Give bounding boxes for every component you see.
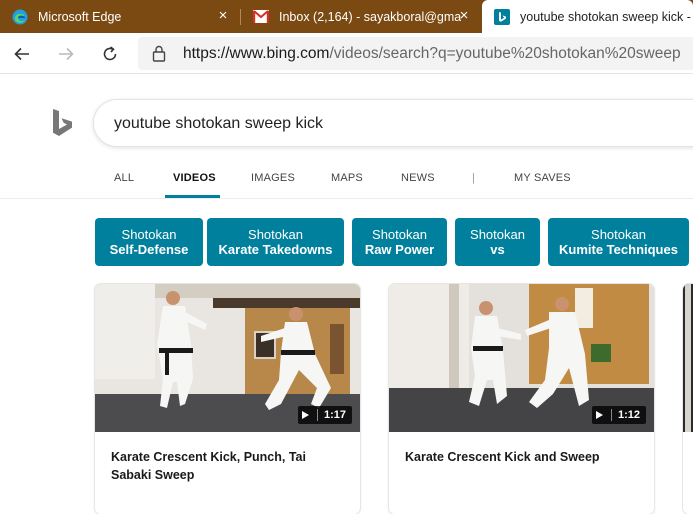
url-host: https://www.bing.com (183, 45, 330, 62)
active-scope-indicator (165, 195, 220, 198)
scope-news[interactable]: NEWS (401, 172, 435, 184)
scope-videos[interactable]: VIDEOS (173, 172, 216, 184)
tab-bing-search[interactable]: youtube shotokan sweep kick - (482, 0, 693, 33)
video-thumbnail[interactable]: 1:12 (389, 284, 654, 432)
scope-all[interactable]: ALL (114, 172, 134, 184)
tab-microsoft-edge[interactable]: Microsoft Edge × (0, 0, 240, 33)
refresh-button[interactable] (96, 40, 124, 68)
chip-line2: Kumite Techniques (559, 242, 678, 257)
play-icon (301, 411, 309, 419)
badge-divider (316, 409, 318, 421)
chip-line1: Shotokan (591, 227, 646, 242)
arrow-left-icon (14, 47, 29, 61)
chip-line1: Shotokan (121, 227, 177, 242)
forward-button[interactable] (52, 40, 80, 68)
duration-text: 1:17 (323, 409, 346, 421)
arrow-right-icon (59, 47, 74, 61)
lock-icon (152, 45, 166, 62)
related-chip[interactable]: Shotokan vs (455, 218, 540, 266)
video-duration-badge: 1:12 (591, 406, 646, 424)
related-chip[interactable]: Shotokan Raw Power (352, 218, 447, 266)
video-card[interactable]: 1:17 Karate Crescent Kick, Punch, Tai Sa… (95, 284, 360, 514)
chip-line1: Shotokan (372, 227, 427, 242)
search-box[interactable] (93, 99, 693, 147)
tab-strip: Microsoft Edge × Inbox (2,164) - sayakbo… (0, 0, 693, 33)
badge-divider (610, 409, 612, 421)
refresh-icon (103, 46, 117, 61)
video-duration-badge: 1:17 (297, 406, 352, 424)
tab-label: youtube shotokan sweep kick - (520, 9, 691, 24)
video-card[interactable]: 1:12 Karate Crescent Kick and Sweep (389, 284, 654, 514)
url-path: /videos/search?q=youtube%20shotokan%20sw… (329, 45, 681, 62)
related-chip[interactable]: Shotokan Self-Defense (95, 218, 203, 266)
scope-maps[interactable]: MAPS (331, 172, 363, 184)
video-thumbnail[interactable]: 1:17 (95, 284, 360, 432)
search-input[interactable] (114, 112, 674, 136)
duration-text: 1:12 (617, 409, 640, 421)
tab-label: Inbox (2,164) - sayakboral@gma (279, 9, 462, 24)
scope-images[interactable]: IMAGES (251, 172, 295, 184)
bing-icon (494, 8, 510, 25)
bing-logo[interactable] (52, 108, 74, 143)
tab-inbox[interactable]: Inbox (2,164) - sayakboral@gma × (241, 0, 481, 33)
close-tab-icon[interactable]: × (457, 8, 471, 23)
chip-line2: Karate Takedowns (218, 242, 333, 257)
close-tab-icon[interactable]: × (216, 8, 230, 23)
chip-line2: vs (490, 242, 505, 257)
video-title[interactable]: Karate Crescent Kick and Sweep (405, 448, 635, 466)
back-button[interactable] (8, 40, 36, 68)
address-bar[interactable]: https://www.bing.com/videos/search?q=you… (138, 37, 693, 70)
chip-line2: Self-Defense (109, 242, 189, 257)
url-text: https://www.bing.com/videos/search?q=you… (183, 45, 681, 63)
video-title[interactable]: Karate Crescent Kick, Punch, Tai Sabaki … (111, 448, 341, 484)
edge-icon (12, 9, 28, 25)
scope-divider: | (472, 172, 476, 184)
scope-bar: ALL VIDEOS IMAGES MAPS NEWS | MY SAVES (0, 160, 693, 199)
chip-line1: Shotokan (470, 227, 525, 242)
related-chip[interactable]: Shotokan Karate Takedowns (207, 218, 344, 266)
tab-label: Microsoft Edge (38, 9, 122, 24)
address-toolbar: https://www.bing.com/videos/search?q=you… (0, 33, 693, 74)
video-card-partial[interactable] (683, 284, 693, 514)
chip-line2: Raw Power (364, 242, 435, 257)
bing-logo-icon (53, 109, 72, 136)
chip-line1: Shotokan (248, 227, 303, 242)
gmail-icon (253, 9, 269, 25)
related-chip[interactable]: Shotokan Kumite Techniques (548, 218, 689, 266)
scope-my-saves[interactable]: MY SAVES (514, 172, 571, 184)
video-thumbnail-partial (683, 284, 693, 432)
play-icon (595, 411, 603, 419)
